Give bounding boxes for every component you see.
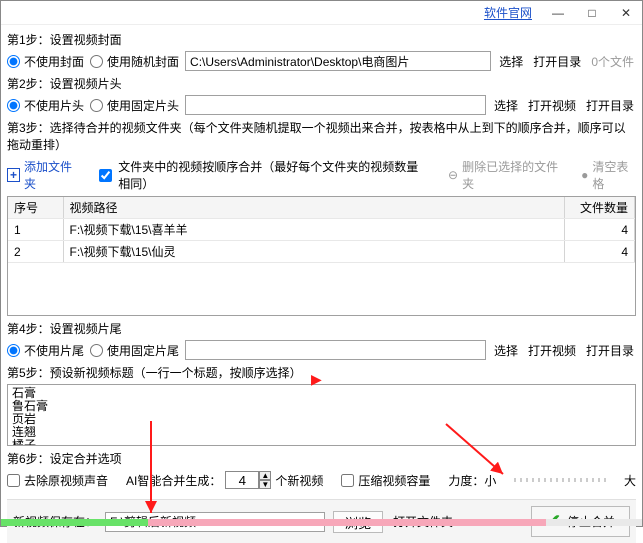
step2-path-input[interactable]	[185, 95, 486, 115]
strength-slider[interactable]	[514, 478, 606, 482]
step1-open-dir-button[interactable]: 打开目录	[531, 53, 583, 70]
progress-bar	[1, 519, 642, 526]
step4-radio-none[interactable]: 不使用片尾	[7, 342, 84, 359]
table-row[interactable]: 2 F:\视频下载\15\仙灵 4	[8, 241, 635, 263]
step1-radio-none[interactable]: 不使用封面	[7, 53, 84, 70]
step4-select-button[interactable]: 选择	[492, 342, 520, 359]
step3: 第3步：选择待合并的视频文件夹（每个文件夹随机提取一个视频出来合并，按表格中从上…	[7, 119, 636, 316]
step1-file-count: 0个文件	[589, 53, 636, 70]
close-icon[interactable]: ✕	[618, 5, 634, 21]
col-count: 文件数量	[565, 197, 635, 219]
title-bar: 软件官网 — □ ✕	[1, 1, 642, 25]
clear-table-button[interactable]: ● 清空表格	[581, 158, 636, 192]
col-idx: 序号	[8, 197, 63, 219]
step4: 第4步：设置视频片尾 不使用片尾 使用固定片尾 选择 打开视频 打开目录	[7, 320, 636, 360]
step2-radio-none[interactable]: 不使用片头	[7, 97, 84, 114]
step4-radio-fixed[interactable]: 使用固定片尾	[90, 342, 179, 359]
step1-radio-random[interactable]: 使用随机封面	[90, 53, 179, 70]
step2-open-dir-button[interactable]: 打开目录	[584, 97, 636, 114]
plus-icon: +	[7, 168, 20, 182]
minimize-icon[interactable]: —	[550, 5, 566, 21]
remove-audio-checkbox[interactable]: 去除原视频声音	[7, 472, 108, 489]
step6: 第6步：设定合并选项 去除原视频声音 AI智能合并生成： ▲ ▼ 个新视频 压缩…	[7, 450, 636, 489]
spin-up-icon[interactable]: ▲	[259, 471, 271, 480]
step2-label: 第2步：设置视频片头	[7, 75, 636, 92]
step3-label: 第3步：选择待合并的视频文件夹（每个文件夹随机提取一个视频出来合并，按表格中从上…	[7, 119, 636, 153]
official-site-link[interactable]: 软件官网	[484, 4, 532, 21]
maximize-icon[interactable]: □	[584, 5, 600, 21]
ai-count-spinner[interactable]: ▲ ▼	[225, 471, 271, 489]
delete-icon: ⊖	[448, 168, 458, 182]
step2: 第2步：设置视频片头 不使用片头 使用固定片头 选择 打开视频 打开目录	[7, 75, 636, 115]
step1-select-button[interactable]: 选择	[497, 53, 525, 70]
step4-open-dir-button[interactable]: 打开目录	[584, 342, 636, 359]
titles-textarea[interactable]: 石膏 鲁石膏 页岩 连翘 橘子	[7, 384, 636, 446]
strength-label: 力度：小	[448, 472, 496, 489]
add-folder-button[interactable]: + 添加文件夹	[7, 158, 79, 192]
table-row[interactable]: 1 F:\视频下载\15\喜羊羊 4	[8, 219, 635, 241]
play-marker-icon: ▶	[311, 371, 322, 388]
strength-max: 大	[624, 472, 636, 489]
step1: 第1步：设置视频封面 不使用封面 使用随机封面 选择 打开目录 0个文件	[7, 31, 636, 71]
ai-gen-label: AI智能合并生成：	[126, 472, 221, 489]
step2-open-video-button[interactable]: 打开视频	[526, 97, 578, 114]
spin-down-icon[interactable]: ▼	[259, 480, 271, 489]
step1-label: 第1步：设置视频封面	[7, 31, 636, 48]
step4-label: 第4步：设置视频片尾	[7, 320, 636, 337]
folder-table[interactable]: 序号 视频路径 文件数量 1 F:\视频下载\15\喜羊羊 4 2 F:\视频下…	[7, 196, 636, 316]
clear-icon: ●	[581, 168, 588, 182]
step2-select-button[interactable]: 选择	[492, 97, 520, 114]
order-merge-checkbox[interactable]: 文件夹中的视频按顺序合并（最好每个文件夹的视频数量相同）	[99, 158, 428, 192]
step4-open-video-button[interactable]: 打开视频	[526, 342, 578, 359]
step1-path-input[interactable]	[185, 51, 491, 71]
step6-label: 第6步：设定合并选项	[7, 450, 636, 467]
step4-path-input[interactable]	[185, 340, 486, 360]
compress-checkbox[interactable]: 压缩视频容量	[341, 472, 430, 489]
delete-selected-button[interactable]: ⊖ 删除已选择的文件夹	[448, 158, 561, 192]
ai-gen-suffix: 个新视频	[275, 472, 323, 489]
step2-radio-fixed[interactable]: 使用固定片头	[90, 97, 179, 114]
col-path: 视频路径	[63, 197, 565, 219]
